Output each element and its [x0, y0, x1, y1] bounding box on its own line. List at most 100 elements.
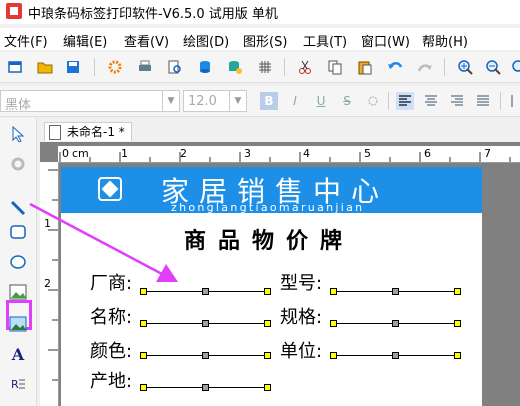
ruler-ticks — [48, 169, 58, 381]
menu-window[interactable]: 窗口(W) — [361, 31, 410, 50]
open-folder-icon[interactable] — [36, 58, 54, 76]
cut-icon[interactable] — [296, 58, 314, 76]
print-preview-icon[interactable] — [166, 58, 184, 76]
undo-icon[interactable] — [386, 58, 404, 76]
font-family-select[interactable]: 黑体 ▼ — [0, 90, 180, 113]
effects-icon[interactable] — [364, 92, 382, 110]
font-family-value: 黑体 — [5, 98, 32, 113]
font-size-select[interactable]: 12.0 ▼ — [183, 90, 247, 112]
menu-shape[interactable]: 图形(S) — [243, 31, 287, 50]
menu-edit[interactable]: 编辑(E) — [63, 31, 107, 50]
resize-handle[interactable] — [330, 320, 337, 327]
banner-subtitle[interactable]: zhonglangtiaomaruanjian — [171, 201, 364, 214]
resize-handle[interactable] — [140, 384, 147, 391]
toolbar-separator — [444, 58, 445, 76]
resize-handle[interactable] — [264, 352, 271, 359]
rich-text-tool-icon[interactable]: R — [8, 374, 28, 394]
toolbar-separator — [388, 92, 389, 110]
resize-handle[interactable] — [392, 352, 399, 359]
resize-handle[interactable] — [264, 320, 271, 327]
zoom-fit-icon[interactable] — [508, 58, 520, 76]
toolbar-separator — [284, 58, 285, 76]
tab-document[interactable]: 未命名-1 * — [44, 122, 132, 141]
menu-file[interactable]: 文件(F) — [4, 31, 48, 50]
settings-gear-icon[interactable] — [106, 58, 124, 76]
drawing-tools-panel: A R — [0, 118, 37, 406]
image-tool-icon[interactable] — [8, 282, 28, 302]
app-icon — [6, 3, 22, 19]
label-banner[interactable]: 家居销售中心 zhonglangtiaomaruanjian — [61, 167, 482, 214]
resize-handle[interactable] — [140, 352, 147, 359]
resize-handle[interactable] — [392, 320, 399, 327]
italic-button[interactable]: I — [286, 92, 304, 110]
field-label-model[interactable]: 型号: — [280, 269, 322, 295]
document-icon — [49, 125, 61, 140]
text-tool-icon[interactable]: A — [8, 344, 28, 364]
select-pointer-icon[interactable] — [8, 124, 28, 144]
resize-handle[interactable] — [202, 352, 209, 359]
rectangle-tool-icon[interactable] — [8, 222, 28, 242]
resize-handle[interactable] — [140, 288, 147, 295]
resize-handle[interactable] — [202, 288, 209, 295]
label-canvas[interactable]: 家居销售中心 zhonglangtiaomaruanjian 商品物价牌 厂商:… — [61, 167, 482, 406]
horizontal-ruler: 0 cm 1 2 3 4 5 6 7 — [58, 146, 520, 163]
new-file-icon[interactable] — [6, 58, 24, 76]
resize-handle[interactable] — [454, 288, 461, 295]
align-center-icon[interactable] — [422, 92, 440, 110]
underline-button[interactable]: U — [312, 92, 330, 110]
strikethrough-button[interactable]: S — [338, 92, 356, 110]
save-icon[interactable] — [64, 58, 82, 76]
field-label-name[interactable]: 名称: — [90, 303, 132, 329]
tab-document-label: 未命名-1 * — [67, 125, 125, 139]
rotate-icon[interactable] — [8, 154, 28, 174]
vertical-ruler: 1 2 — [40, 162, 59, 406]
chevron-down-icon[interactable]: ▼ — [229, 91, 246, 111]
resize-handle[interactable] — [454, 352, 461, 359]
label-heading[interactable]: 商品物价牌 — [184, 223, 354, 255]
ellipse-tool-icon[interactable] — [8, 252, 28, 272]
database-settings-icon[interactable] — [226, 58, 244, 76]
toolbar-separator — [500, 92, 501, 110]
resize-handle[interactable] — [202, 384, 209, 391]
toolbar-separator — [94, 58, 95, 76]
grid-icon[interactable] — [256, 58, 274, 76]
align-justify-icon[interactable] — [474, 92, 492, 110]
picture-tool-icon[interactable] — [8, 314, 28, 334]
logo-icon — [98, 177, 122, 201]
menu-tools[interactable]: 工具(T) — [303, 31, 347, 50]
align-left-icon[interactable] — [396, 92, 414, 110]
format-toolbar: 黑体 ▼ 12.0 ▼ B I U S — [0, 86, 520, 117]
menu-help[interactable]: 帮助(H) — [422, 31, 468, 50]
field-label-origin[interactable]: 产地: — [90, 367, 132, 393]
menu-view[interactable]: 查看(V) — [124, 31, 169, 50]
svg-text:R: R — [11, 378, 19, 391]
line-tool-icon[interactable] — [8, 198, 28, 218]
resize-handle[interactable] — [202, 320, 209, 327]
field-label-color[interactable]: 颜色: — [90, 337, 132, 363]
menu-draw[interactable]: 绘图(D) — [183, 31, 229, 50]
field-label-unit[interactable]: 单位: — [280, 337, 322, 363]
redo-icon[interactable] — [416, 58, 434, 76]
resize-handle[interactable] — [264, 384, 271, 391]
copy-icon[interactable] — [326, 58, 344, 76]
zoom-in-icon[interactable] — [456, 58, 474, 76]
resize-handle[interactable] — [140, 320, 147, 327]
zoom-out-icon[interactable] — [484, 58, 502, 76]
window-title: 中琅条码标签打印软件-V6.5.0 试用版 单机 — [28, 7, 278, 22]
document-tab-strip: 未命名-1 * — [40, 120, 520, 142]
database-icon[interactable] — [196, 58, 214, 76]
resize-handle[interactable] — [454, 320, 461, 327]
resize-handle[interactable] — [264, 288, 271, 295]
field-label-manufacturer[interactable]: 厂商: — [90, 269, 132, 295]
resize-handle[interactable] — [330, 352, 337, 359]
vertical-text-icon[interactable] — [506, 92, 520, 110]
print-icon[interactable] — [136, 58, 154, 76]
field-label-spec[interactable]: 规格: — [280, 303, 322, 329]
align-right-icon[interactable] — [448, 92, 466, 110]
chevron-down-icon[interactable]: ▼ — [162, 91, 179, 111]
resize-handle[interactable] — [330, 288, 337, 295]
font-size-value: 12.0 — [188, 94, 217, 109]
resize-handle[interactable] — [392, 288, 399, 295]
paste-icon[interactable] — [356, 58, 374, 76]
bold-button[interactable]: B — [260, 92, 278, 110]
